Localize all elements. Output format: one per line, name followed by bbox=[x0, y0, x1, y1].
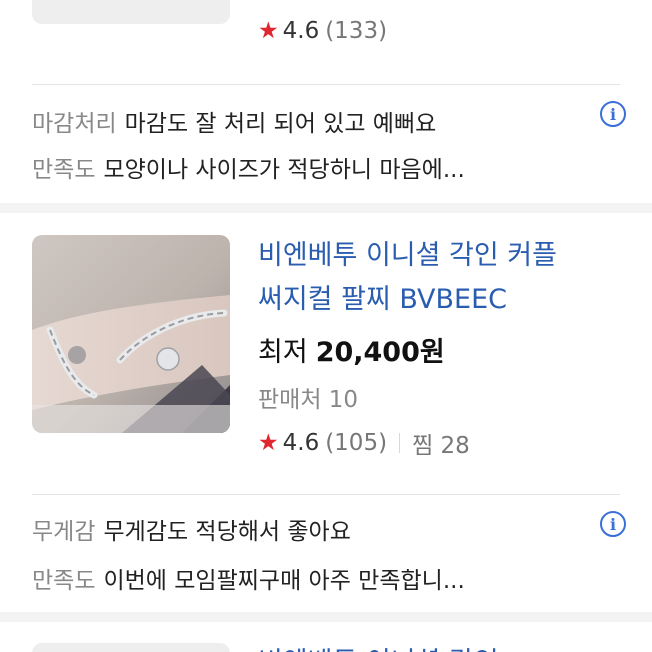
previous-product-rating: ★ 4.6 (133) bbox=[258, 18, 387, 44]
divider bbox=[32, 494, 620, 495]
review-summary-row[interactable]: 만족도 모양이나 사이즈가 적당하니 마음에... bbox=[32, 150, 465, 184]
rating-value: 4.6 bbox=[282, 430, 320, 456]
next-product-image[interactable] bbox=[32, 643, 230, 652]
review-summary-row[interactable]: 마감처리 마감도 잘 처리 되어 있고 예뻐요 bbox=[32, 104, 436, 138]
review-count[interactable]: (105) bbox=[325, 430, 387, 456]
product-title-line: 비엔베투 이니셜 각인 커플 bbox=[258, 240, 557, 271]
review-tag: 마감처리 bbox=[32, 111, 117, 137]
review-tag: 만족도 bbox=[32, 568, 96, 594]
review-summary-row[interactable]: 무게감 무게감도 적당해서 좋아요 bbox=[32, 512, 351, 546]
bracelet-photo bbox=[32, 235, 230, 433]
price-label: 최저 bbox=[258, 337, 308, 368]
section-separator bbox=[0, 203, 652, 213]
info-icon[interactable]: i bbox=[600, 511, 626, 537]
info-icon[interactable]: i bbox=[600, 101, 626, 127]
review-text: 모양이나 사이즈가 적당하니 마음에... bbox=[103, 157, 465, 183]
review-tag: 무게감 bbox=[32, 519, 96, 545]
product-image[interactable] bbox=[32, 235, 230, 433]
divider bbox=[32, 84, 620, 85]
zzim-count[interactable]: 찜 28 bbox=[412, 426, 470, 460]
product-rating: ★ 4.6 (105) 찜 28 bbox=[258, 426, 470, 460]
divider bbox=[399, 433, 401, 453]
review-text: 마감도 잘 처리 되어 있고 예뻐요 bbox=[124, 111, 437, 137]
star-icon: ★ bbox=[258, 18, 279, 44]
star-icon: ★ bbox=[258, 430, 279, 456]
review-tag: 만족도 bbox=[32, 157, 96, 183]
section-separator bbox=[0, 612, 652, 622]
review-summary-row[interactable]: 만족도 이번에 모임팔찌구매 아주 만족합니... bbox=[32, 561, 465, 595]
price-amount: 20,400원 bbox=[315, 337, 445, 368]
next-product-title-link[interactable]: 비엔베투 이니셜 각인 bbox=[258, 640, 499, 652]
previous-product-image[interactable] bbox=[32, 0, 230, 24]
product-title-line: 써지컬 팔찌 BVBEEC bbox=[258, 284, 508, 315]
seller-count[interactable]: 판매처 10 bbox=[258, 380, 358, 414]
rating-value: 4.6 bbox=[282, 18, 320, 44]
product-price: 최저 20,400원 bbox=[258, 330, 445, 369]
review-text: 무게감도 적당해서 좋아요 bbox=[103, 519, 351, 545]
review-count: (133) bbox=[325, 18, 388, 44]
review-text: 이번에 모임팔찌구매 아주 만족합니... bbox=[103, 568, 465, 594]
product-title-link[interactable]: 비엔베투 이니셜 각인 커플 써지컬 팔찌 BVBEEC bbox=[258, 234, 628, 322]
